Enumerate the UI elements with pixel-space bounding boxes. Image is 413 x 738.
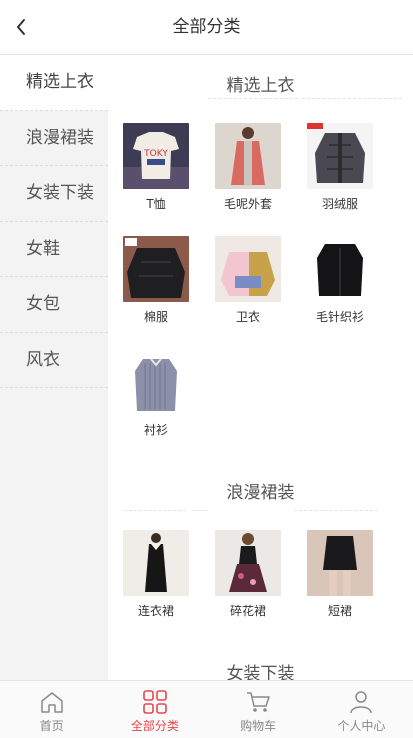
tab-label: 购物车 — [240, 719, 277, 733]
product-image-wool-coat — [215, 123, 281, 189]
sidebar-item-dresses[interactable]: 浪漫裙装 — [0, 111, 108, 166]
product-name: T恤 — [146, 197, 166, 211]
section-header: 女装下装 — [108, 643, 413, 680]
tab-profile[interactable]: 个人中心 — [310, 681, 413, 738]
product-name: 棉服 — [143, 310, 168, 324]
tab-label: 个人中心 — [337, 719, 386, 733]
product-item[interactable]: 棉服 — [110, 224, 202, 337]
product-image-down-jacket — [307, 123, 373, 189]
user-icon — [350, 691, 373, 714]
product-image-cardigan — [307, 236, 373, 302]
product-name: 毛呢外套 — [223, 197, 272, 211]
divider — [302, 98, 402, 99]
product-item[interactable]: 短裙 — [294, 518, 386, 631]
product-item[interactable]: 碎花裙 — [202, 518, 294, 631]
divider — [192, 510, 208, 511]
category-content: 精选上衣 TOKY T恤 毛呢外套 羽绒服 棉服 卫衣 毛针织衫 衬衫 浪漫裙装… — [108, 55, 413, 680]
home-icon — [40, 692, 63, 713]
product-name: 短裙 — [327, 604, 352, 618]
section-title: 精选上衣 — [226, 76, 295, 96]
product-image-short-skirt — [307, 530, 373, 596]
top-bar: 全部分类 — [0, 0, 413, 55]
section-header: 浪漫裙装 — [108, 462, 413, 518]
product-image-cotton-jacket — [123, 236, 189, 302]
product-image-shirt — [123, 349, 189, 415]
divider — [208, 98, 298, 99]
product-item[interactable]: 卫衣 — [202, 224, 294, 337]
product-item[interactable]: 连衣裙 — [110, 518, 202, 631]
product-grid: 连衣裙 碎花裙 短裙 — [108, 518, 413, 631]
product-name: 羽绒服 — [321, 197, 358, 211]
sidebar-item-bags[interactable]: 女包 — [0, 277, 108, 333]
product-image-dress — [123, 530, 189, 596]
tab-label: 全部分类 — [130, 719, 179, 733]
sidebar-item-bottoms[interactable]: 女装下装 — [0, 166, 108, 222]
svg-text:TOKY: TOKY — [143, 149, 168, 159]
grid-icon — [143, 690, 167, 714]
section-title: 女装下装 — [226, 664, 295, 680]
product-grid: TOKY T恤 毛呢外套 羽绒服 棉服 卫衣 毛针织衫 衬衫 — [108, 111, 413, 450]
product-image-hoodie — [215, 236, 281, 302]
page-title: 全部分类 — [172, 17, 241, 37]
tab-home[interactable]: 首页 — [0, 681, 103, 738]
product-item[interactable]: 毛针织衫 — [294, 224, 386, 337]
product-name: 毛针织衫 — [315, 310, 364, 324]
sidebar-item-tops[interactable]: 精选上衣 — [0, 55, 108, 111]
divider — [294, 510, 378, 511]
section-header: 精选上衣 — [108, 55, 413, 111]
section-title: 浪漫裙装 — [226, 483, 295, 503]
product-item[interactable]: 羽绒服 — [294, 111, 386, 224]
tab-label: 首页 — [39, 719, 64, 733]
product-image-tshirt: TOKY — [123, 123, 189, 189]
product-item[interactable]: 衬衫 — [110, 337, 202, 450]
product-item[interactable]: 毛呢外套 — [202, 111, 294, 224]
product-name: 卫衣 — [235, 310, 260, 324]
cart-icon — [247, 692, 270, 712]
tab-cart[interactable]: 购物车 — [207, 681, 310, 738]
tab-all-categories[interactable]: 全部分类 — [103, 681, 206, 738]
product-image-floral-skirt — [215, 530, 281, 596]
product-name: 衬衫 — [143, 423, 168, 437]
category-sidebar: 精选上衣 浪漫裙装 女装下装 女鞋 女包 风衣 — [0, 55, 108, 680]
product-name: 连衣裙 — [137, 604, 174, 618]
product-item[interactable]: TOKY T恤 — [110, 111, 202, 224]
bottom-tab-bar: 首页 全部分类 购物车 个人中心 — [0, 680, 413, 738]
sidebar-item-shoes[interactable]: 女鞋 — [0, 222, 108, 277]
product-name: 碎花裙 — [229, 604, 266, 618]
divider — [124, 510, 186, 511]
sidebar-item-trench[interactable]: 风衣 — [0, 333, 108, 388]
